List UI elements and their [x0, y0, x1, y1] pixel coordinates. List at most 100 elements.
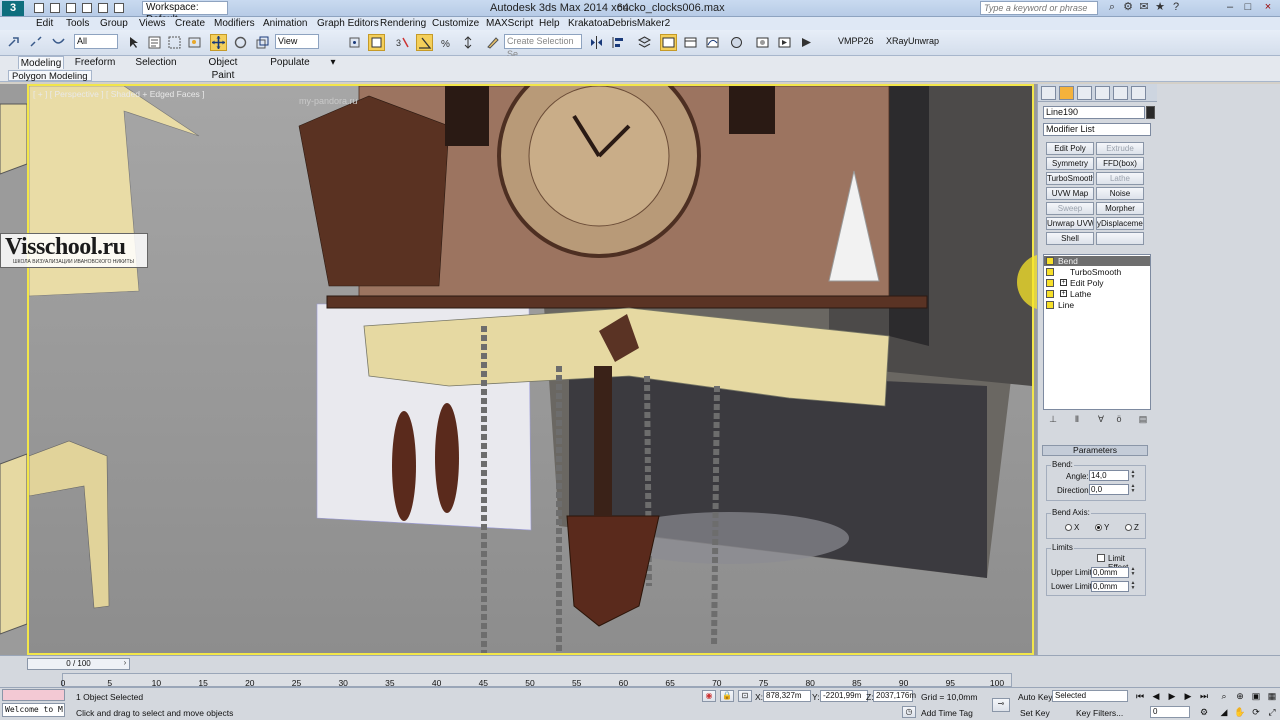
time-slider[interactable]: 0 / 100	[27, 658, 130, 670]
viewport-label[interactable]: [ + ] [ Perspective ] [ Shaded + Edged F…	[33, 89, 205, 99]
bulb-icon[interactable]	[1046, 257, 1054, 265]
bulb-icon[interactable]	[1046, 301, 1054, 309]
configure-modifier-sets-icon[interactable]: ▤	[1137, 414, 1149, 426]
bind-space-warp-icon[interactable]	[50, 34, 67, 51]
time-configuration-icon[interactable]: ⚙	[1198, 706, 1210, 718]
angle-spinner-arrows[interactable]: ▲ ▼	[1130, 470, 1136, 481]
menu-modifiers[interactable]: Modifiers	[214, 17, 255, 30]
modifier-list-dropdown[interactable]: Modifier List	[1043, 123, 1151, 136]
create-tab-icon[interactable]	[1041, 86, 1056, 100]
show-end-result-icon[interactable]: Ⅱ	[1071, 414, 1083, 426]
menu-create[interactable]: Create	[175, 17, 205, 30]
pan-view-icon[interactable]: ✋	[1234, 706, 1246, 718]
render-production-icon[interactable]	[798, 34, 815, 51]
new-file-icon[interactable]	[34, 3, 44, 13]
manipulate-icon[interactable]	[368, 34, 385, 51]
play-icon[interactable]: ▶	[1166, 690, 1178, 702]
tab-modeling[interactable]: Modeling	[18, 56, 64, 69]
curve-editor-icon[interactable]	[704, 34, 721, 51]
selection-filter-select[interactable]: All	[74, 34, 118, 49]
search-input[interactable]: Type a keyword or phrase	[980, 1, 1098, 15]
spinner-snap-icon[interactable]	[460, 34, 477, 51]
make-unique-icon[interactable]: ∀	[1095, 414, 1107, 426]
window-crossing-icon[interactable]	[186, 34, 203, 51]
menu-debrismaker[interactable]: DebrisMaker2	[608, 17, 670, 30]
time-tag-icon[interactable]: ◷	[902, 706, 916, 718]
xray-unwrap-button[interactable]: XRayUnwrap	[886, 36, 939, 46]
mod-button-ydisplacement[interactable]: yDisplacement	[1096, 217, 1144, 230]
reference-coordinate-select[interactable]: View	[275, 34, 319, 49]
maxscript-mini-listener-top[interactable]	[2, 689, 65, 701]
mod-button-unwrap-uvw[interactable]: Unwrap UVW	[1046, 217, 1094, 230]
rectangular-selection-icon[interactable]	[166, 34, 183, 51]
mirror-icon[interactable]	[588, 34, 605, 51]
material-editor-icon[interactable]	[754, 34, 771, 51]
lower-limit-spinner-arrows[interactable]: ▲ ▼	[1130, 581, 1136, 592]
axis-y-radio[interactable]	[1095, 524, 1102, 531]
bulb-icon[interactable]	[1046, 268, 1054, 276]
orbit-icon[interactable]: ⟳	[1250, 706, 1262, 718]
mod-button-noise[interactable]: Noise	[1096, 187, 1144, 200]
field-of-view-icon[interactable]: ◢	[1218, 706, 1230, 718]
stack-item-bend[interactable]: Bend	[1044, 256, 1150, 266]
percent-snap-icon[interactable]: %	[438, 34, 455, 51]
axis-z-radio[interactable]	[1125, 524, 1132, 531]
undo-icon[interactable]	[82, 3, 92, 13]
next-key-icon[interactable]: ▶	[1182, 690, 1194, 702]
perspective-viewport[interactable]: [ + ] [ Perspective ] [ Shaded + Edged F…	[27, 84, 1034, 655]
zoom-icon[interactable]: ⌕	[1218, 690, 1230, 702]
mod-button-empty[interactable]	[1096, 232, 1144, 245]
direction-input[interactable]: 0,0	[1089, 484, 1129, 495]
help-icon[interactable]: ?	[1168, 1, 1184, 15]
search-icon[interactable]: ⌕	[1104, 1, 1120, 15]
minimize-button[interactable]: –	[1222, 1, 1238, 15]
upper-limit-input[interactable]: 0,0mm	[1091, 567, 1129, 578]
display-tab-icon[interactable]	[1113, 86, 1128, 100]
left-viewport-strip[interactable]	[0, 84, 28, 656]
select-object-icon[interactable]	[126, 34, 143, 51]
motion-tab-icon[interactable]	[1095, 86, 1110, 100]
workspace-selector[interactable]: Workspace: Default	[142, 1, 228, 25]
angle-snap-icon[interactable]	[416, 34, 433, 51]
menu-animation[interactable]: Animation	[263, 17, 307, 30]
upper-limit-spinner-arrows[interactable]: ▲ ▼	[1130, 567, 1136, 578]
y-coordinate-field[interactable]: -2201,99m	[820, 690, 868, 702]
zoom-extents-all-icon[interactable]: ▦	[1266, 690, 1278, 702]
current-frame-field[interactable]: 0	[1150, 706, 1190, 718]
stack-item-lathe[interactable]: + Lathe	[1044, 289, 1150, 299]
select-by-name-icon[interactable]	[146, 34, 163, 51]
pivot-center-icon[interactable]	[346, 34, 363, 51]
scene-render[interactable]	[29, 86, 1032, 653]
mod-button-ffd-box[interactable]: FFD(box)	[1096, 157, 1144, 170]
link-icon[interactable]	[6, 34, 23, 51]
modifier-stack[interactable]: Bend TurboSmooth + Edit Poly + Lathe Lin…	[1043, 254, 1151, 410]
modify-tab-icon[interactable]	[1059, 86, 1074, 100]
edit-named-selection-icon[interactable]	[484, 34, 501, 51]
pin-stack-icon[interactable]: ⊥	[1047, 414, 1059, 426]
absolute-mode-icon[interactable]: ⊡	[738, 690, 752, 702]
vmpp-button[interactable]: VMPP26	[838, 36, 874, 46]
stack-item-edit-poly[interactable]: + Edit Poly	[1044, 278, 1150, 288]
go-to-end-icon[interactable]: ⏭	[1198, 690, 1210, 702]
select-and-move-icon[interactable]	[210, 34, 227, 51]
render-setup-icon[interactable]	[776, 34, 793, 51]
menu-krakatoa[interactable]: Krakatoa	[568, 17, 608, 30]
mod-button-sweep[interactable]: Sweep	[1046, 202, 1094, 215]
stack-item-turbosmooth[interactable]: TurboSmooth	[1044, 267, 1150, 277]
menu-views[interactable]: Views	[139, 17, 166, 30]
remove-modifier-icon[interactable]: ö	[1113, 414, 1125, 426]
angle-input[interactable]: 14,0	[1089, 470, 1129, 481]
subscription-icon[interactable]: ⚙	[1120, 1, 1136, 15]
align-icon[interactable]	[610, 34, 627, 51]
mod-button-symmetry[interactable]: Symmetry	[1046, 157, 1094, 170]
expand-icon[interactable]: +	[1060, 279, 1067, 286]
menu-maxscript[interactable]: MAXScript	[486, 17, 533, 30]
go-to-start-icon[interactable]: ⏮	[1134, 690, 1146, 702]
set-key-button[interactable]: Set Key	[1020, 707, 1050, 719]
favorites-icon[interactable]: ★	[1152, 1, 1168, 15]
tab-object-paint[interactable]: Object Paint	[196, 56, 250, 81]
bulb-icon[interactable]	[1046, 290, 1054, 298]
layer-manager-icon[interactable]	[636, 34, 653, 51]
menu-graph-editors[interactable]: Graph Editors	[317, 17, 379, 30]
limit-effect-checkbox[interactable]	[1097, 554, 1105, 562]
